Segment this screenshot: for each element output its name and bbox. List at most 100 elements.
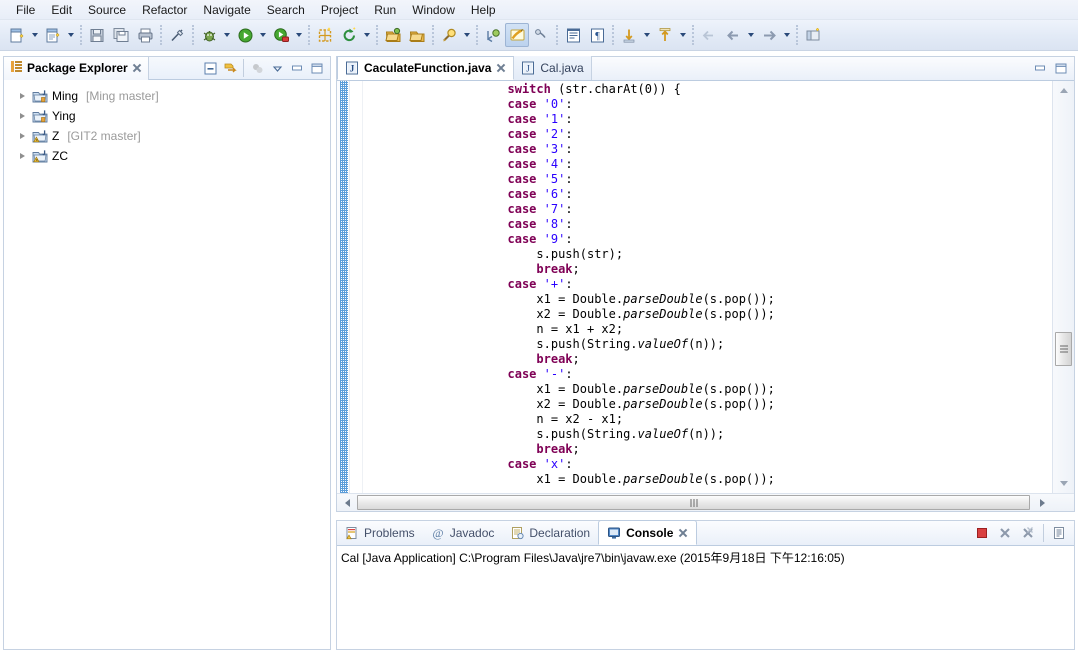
horizontal-scroll-thumb[interactable] (357, 495, 1030, 510)
new-java-class-dropdown-arrow-icon[interactable] (65, 23, 77, 47)
open-perspective-icon[interactable] (801, 23, 825, 47)
save-all-icon[interactable] (109, 23, 133, 47)
next-edit-location-icon[interactable] (653, 23, 677, 47)
folding-column[interactable] (351, 81, 363, 493)
menu-item-refactor[interactable]: Refactor (134, 1, 195, 19)
show-whitespace-icon[interactable] (561, 23, 585, 47)
new-java-package-icon[interactable] (313, 23, 337, 47)
expand-arrow-icon[interactable] (16, 90, 28, 102)
menu-item-run[interactable]: Run (366, 1, 404, 19)
console-tab-console[interactable]: Console (598, 520, 698, 545)
svg-text:@: @ (432, 526, 443, 540)
forward-arrow-icon[interactable] (757, 23, 781, 47)
tree-item-ming[interactable]: Ming [Ming master] (4, 86, 330, 106)
previous-edit-location-icon[interactable] (617, 23, 641, 47)
new-java-class-icon[interactable] (41, 23, 65, 47)
run-external-tools-dropdown-arrow-icon[interactable] (293, 23, 305, 47)
print-icon[interactable] (133, 23, 157, 47)
editor-tab-caculatefunction-java[interactable]: J CaculateFunction.java (337, 56, 515, 80)
scroll-right-icon[interactable] (1034, 495, 1050, 510)
svg-text:J: J (527, 64, 531, 74)
back-history-icon[interactable] (697, 23, 721, 47)
console-tabbar: Problems @ Javadoc Declaration Console (337, 520, 1074, 546)
java-file-icon: J (521, 61, 535, 75)
editor-horizontal-scrollbar[interactable] (337, 493, 1074, 511)
close-icon[interactable] (678, 528, 688, 538)
tab-package-explorer[interactable]: Package Explorer (4, 56, 149, 80)
tree-item-zc[interactable]: ZC (4, 146, 330, 166)
close-icon[interactable] (132, 63, 142, 73)
scroll-up-icon[interactable] (1055, 82, 1072, 99)
collapse-all-icon[interactable] (201, 59, 219, 77)
menu-item-edit[interactable]: Edit (43, 1, 80, 19)
minimize-icon[interactable] (288, 59, 306, 77)
run-dropdown-arrow-icon[interactable] (257, 23, 269, 47)
editor-tab-cal-java[interactable]: J Cal.java (514, 56, 592, 80)
forward-arrow-dropdown-arrow-icon[interactable] (781, 23, 793, 47)
console-tab-problems[interactable]: Problems (337, 520, 423, 545)
console-output[interactable]: Cal [Java Application] C:\Program Files\… (337, 546, 1074, 649)
run-external-tools-icon[interactable] (269, 23, 293, 47)
console-tab-javadoc[interactable]: @ Javadoc (423, 520, 503, 545)
annotation-ruler[interactable] (337, 81, 350, 493)
menu-item-file[interactable]: File (8, 1, 43, 19)
expand-arrow-icon[interactable] (16, 110, 28, 122)
menu-item-project[interactable]: Project (313, 1, 366, 19)
refresh-icon[interactable] (337, 23, 361, 47)
editor-tabbar: J CaculateFunction.java J Cal.java (337, 56, 1074, 81)
maximize-icon[interactable] (1052, 59, 1070, 77)
debug-icon[interactable] (197, 23, 221, 47)
java-project-icon (32, 109, 48, 124)
minimize-icon[interactable] (1031, 59, 1049, 77)
clear-console-icon[interactable] (1050, 524, 1068, 542)
previous-annotation-icon[interactable] (529, 23, 553, 47)
run-icon[interactable] (233, 23, 257, 47)
scroll-grip (690, 498, 697, 507)
next-annotation-icon[interactable] (481, 23, 505, 47)
back-arrow-icon[interactable] (721, 23, 745, 47)
tree-item-ying[interactable]: Ying (4, 106, 330, 126)
tree-item-z[interactable]: Z [GIT2 master] (4, 126, 330, 146)
menu-item-navigate[interactable]: Navigate (195, 1, 258, 19)
open-type-icon[interactable] (381, 23, 405, 47)
remove-all-terminated-icon[interactable] (1019, 524, 1037, 542)
focus-on-active-task-icon[interactable] (248, 59, 266, 77)
menu-item-source[interactable]: Source (80, 1, 134, 19)
search-icon[interactable] (437, 23, 461, 47)
new-wizard-icon[interactable] (5, 23, 29, 47)
show-source-quick-icon[interactable]: ¶ (585, 23, 609, 47)
expand-arrow-icon[interactable] (16, 150, 28, 162)
view-menu-icon[interactable] (268, 59, 286, 77)
scroll-left-icon[interactable] (339, 495, 355, 510)
menu-item-search[interactable]: Search (259, 1, 313, 19)
menu-item-window[interactable]: Window (404, 1, 463, 19)
previous-edit-location-dropdown-arrow-icon[interactable] (641, 23, 653, 47)
editor-vertical-scrollbar[interactable] (1052, 81, 1074, 493)
link-with-editor-icon[interactable] (221, 59, 239, 77)
code-line: s.push(String.valueOf(n)); (363, 337, 725, 351)
toggle-mark-occurrences-icon[interactable] (505, 23, 529, 47)
new-wizard-dropdown-arrow-icon[interactable] (29, 23, 41, 47)
remove-launch-icon[interactable] (996, 524, 1014, 542)
search-dropdown-arrow-icon[interactable] (461, 23, 473, 47)
close-icon[interactable] (496, 63, 506, 73)
save-icon[interactable] (85, 23, 109, 47)
console-tab-declaration[interactable]: Declaration (502, 520, 598, 545)
code-line: n = x1 + x2; (363, 322, 624, 336)
source-code[interactable]: switch (str.charAt(0)) { case '0': case … (363, 82, 1052, 493)
back-arrow-dropdown-arrow-icon[interactable] (745, 23, 757, 47)
debug-dropdown-arrow-icon[interactable] (221, 23, 233, 47)
menu-item-help[interactable]: Help (463, 1, 504, 19)
refresh-dropdown-arrow-icon[interactable] (361, 23, 373, 47)
tree-item-label: ZC (52, 149, 68, 163)
cancel-build-icon[interactable] (165, 23, 189, 47)
eclipse-window: File Edit Source Refactor Navigate Search Proj… (0, 0, 1078, 653)
next-edit-location-dropdown-arrow-icon[interactable] (677, 23, 689, 47)
open-task-icon[interactable] (405, 23, 429, 47)
expand-arrow-icon[interactable] (16, 130, 28, 142)
maximize-icon[interactable] (308, 59, 326, 77)
vertical-scroll-thumb[interactable] (1055, 332, 1072, 367)
scroll-down-icon[interactable] (1055, 475, 1072, 492)
terminate-icon[interactable] (973, 524, 991, 542)
code-line: break; (536, 352, 580, 366)
